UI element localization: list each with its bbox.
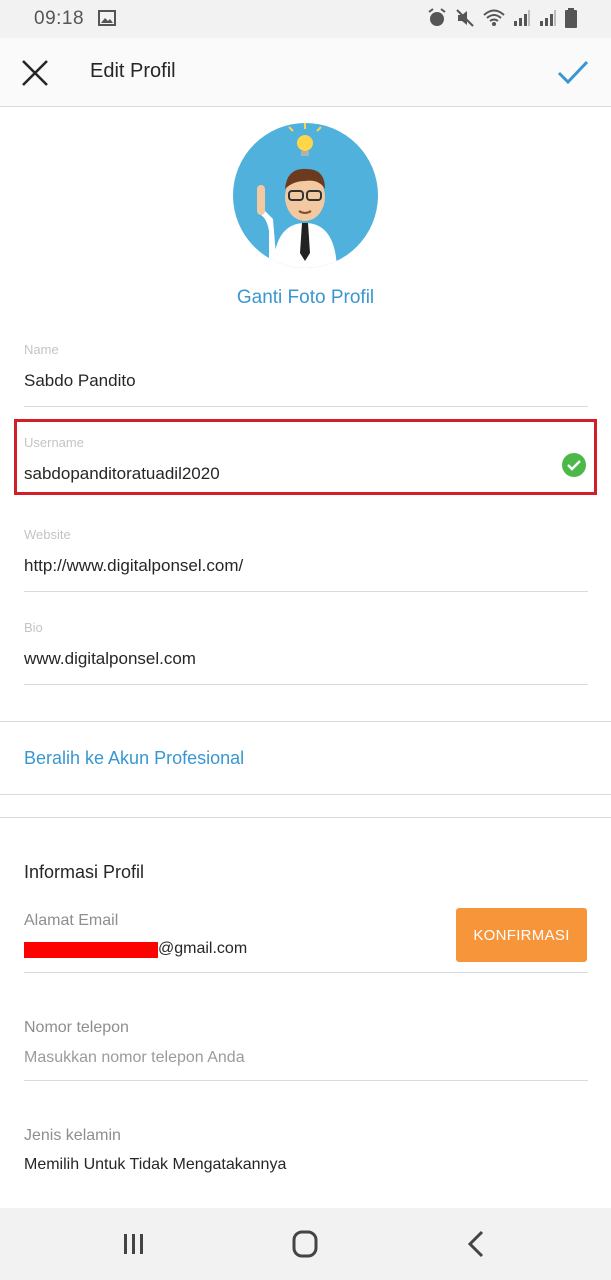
signal-icon	[539, 9, 557, 33]
check-circle-icon	[562, 453, 586, 477]
status-icons	[427, 8, 577, 34]
system-nav-bar	[0, 1208, 611, 1280]
home-icon[interactable]	[285, 1226, 325, 1262]
name-input[interactable]: Sabdo Pandito	[24, 371, 588, 391]
status-time: 09:18	[34, 8, 85, 29]
alarm-icon	[427, 8, 447, 34]
check-icon[interactable]	[555, 54, 591, 90]
divider	[24, 591, 588, 592]
avatar[interactable]	[233, 123, 378, 268]
divider	[24, 1080, 588, 1081]
section-divider	[0, 817, 611, 818]
wifi-icon	[483, 9, 505, 33]
phone-label: Nomor telepon	[24, 1019, 129, 1036]
divider	[24, 684, 588, 685]
website-label: Website	[24, 527, 71, 542]
divider	[24, 972, 588, 973]
website-input[interactable]: http://www.digitalponsel.com/	[24, 556, 588, 576]
section-divider	[0, 794, 611, 795]
section-divider	[0, 721, 611, 722]
gender-label: Jenis kelamin	[24, 1127, 121, 1144]
gender-select[interactable]: Memilih Untuk Tidak Mengatakannya	[24, 1156, 286, 1174]
email-label: Alamat Email	[24, 912, 119, 929]
website-field[interactable]: Website http://www.digitalponsel.com/	[24, 527, 588, 592]
switch-professional-link[interactable]: Beralih ke Akun Profesional	[24, 748, 244, 769]
bio-label: Bio	[24, 620, 43, 635]
phone-input[interactable]: Masukkan nomor telepon Anda	[24, 1049, 245, 1067]
recent-apps-icon[interactable]	[114, 1226, 154, 1262]
back-icon[interactable]	[456, 1226, 496, 1262]
close-icon[interactable]	[18, 56, 52, 90]
bio-field[interactable]: Bio www.digitalponsel.com	[24, 620, 588, 685]
battery-icon	[565, 8, 577, 34]
redaction-bar	[24, 942, 158, 958]
page-title: Edit Profil	[90, 60, 176, 82]
name-field[interactable]: Name Sabdo Pandito	[24, 342, 588, 407]
divider	[24, 406, 588, 407]
status-bar: 09:18	[0, 0, 611, 38]
signal-icon	[513, 9, 531, 33]
top-app-bar: Edit Profil	[0, 38, 611, 107]
gallery-icon	[98, 10, 116, 32]
name-label: Name	[24, 342, 59, 357]
highlight-box	[14, 419, 597, 495]
section-title: Informasi Profil	[24, 862, 145, 882]
bio-input[interactable]: www.digitalponsel.com	[24, 649, 588, 669]
confirm-email-button[interactable]: KONFIRMASI	[456, 908, 587, 962]
change-photo-link[interactable]: Ganti Foto Profil	[0, 287, 611, 309]
email-value[interactable]: @gmail.com	[158, 940, 247, 958]
mute-icon	[455, 8, 475, 34]
